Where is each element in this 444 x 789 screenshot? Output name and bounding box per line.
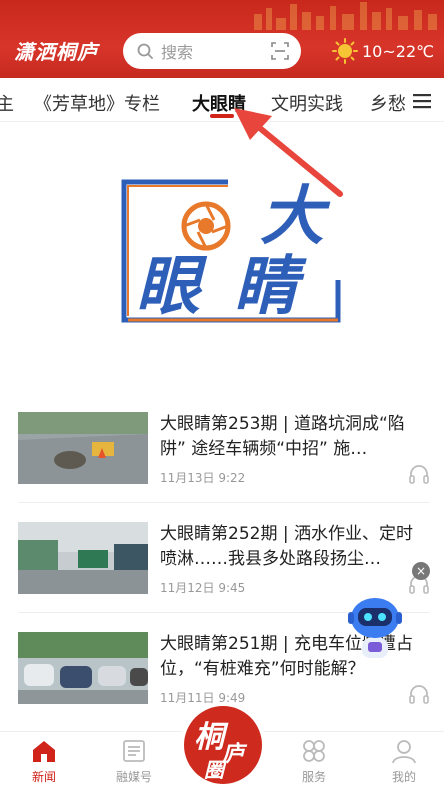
logo-char-yan: 眼: [136, 250, 208, 324]
tonglu-circle-button[interactable]: 桐 庐 圈: [180, 702, 266, 788]
newspaper-icon: [123, 740, 145, 762]
nav-label: 融媒号: [115, 770, 152, 784]
nav-services[interactable]: 服务: [284, 738, 344, 785]
news-title: 大眼睛第253期 | 道路坑洞成“陷阱” 途经车辆频“中招” 施…: [160, 414, 405, 459]
search-bar[interactable]: 搜索: [123, 33, 301, 69]
news-date: 11月12日 9:45: [160, 581, 246, 595]
nav-news[interactable]: 新闻: [14, 738, 74, 785]
nav-label: 我的: [391, 770, 416, 784]
nav-label: 新闻: [31, 770, 56, 784]
weather-widget[interactable]: 10~22℃: [332, 38, 434, 64]
nav-media[interactable]: 融媒号: [104, 738, 164, 785]
close-float-button[interactable]: ×: [412, 562, 430, 580]
home-icon: [33, 741, 55, 762]
search-icon: [137, 43, 153, 59]
divider: [18, 502, 430, 503]
logo-char-jing: 睛: [234, 250, 307, 324]
tab-main[interactable]: 主: [0, 90, 14, 116]
skyline-decoration: [254, 2, 437, 30]
temperature-text: 10~22℃: [362, 41, 435, 61]
news-thumbnail: [18, 632, 148, 704]
news-item[interactable]: 大眼睛第253期 | 道路坑洞成“陷阱” 途经车辆频“中招” 施… 11月13日…: [18, 412, 430, 508]
news-title: 大眼睛第252期 | 洒水作业、定时喷淋……我县多处路段扬尘…: [160, 524, 413, 569]
logo-char: 圈: [204, 758, 224, 782]
user-icon: [392, 740, 416, 764]
services-icon: [303, 740, 325, 762]
nav-label: 服务: [301, 770, 326, 784]
sun-icon: [332, 38, 358, 64]
tonglu-circle-logo: 桐 庐 圈: [184, 706, 262, 784]
nav-profile[interactable]: 我的: [374, 738, 434, 785]
news-thumbnail: [18, 412, 148, 484]
dayanjing-logo: 大 眼 睛: [121, 179, 341, 324]
headphones-icon[interactable]: [408, 684, 430, 704]
robot-assistant-icon[interactable]: [344, 592, 406, 664]
logo-char: 桐: [194, 720, 224, 755]
menu-icon[interactable]: [413, 93, 431, 109]
app-header: 潇洒桐庐 搜索 10~22℃: [0, 0, 444, 78]
logo-char: 庐: [222, 741, 245, 767]
news-date: 11月13日 9:22: [160, 471, 246, 485]
news-thumbnail: [18, 522, 148, 594]
tab-xiangchou[interactable]: 乡愁: [370, 90, 406, 116]
headphones-icon[interactable]: [408, 464, 430, 484]
search-placeholder: 搜索: [161, 43, 194, 62]
scan-icon[interactable]: [271, 42, 289, 60]
logo-char-da: 大: [260, 180, 331, 254]
app-brand-logo: 潇洒桐庐: [14, 40, 98, 64]
tab-fangcaodi[interactable]: 《芳草地》专栏: [34, 90, 160, 116]
